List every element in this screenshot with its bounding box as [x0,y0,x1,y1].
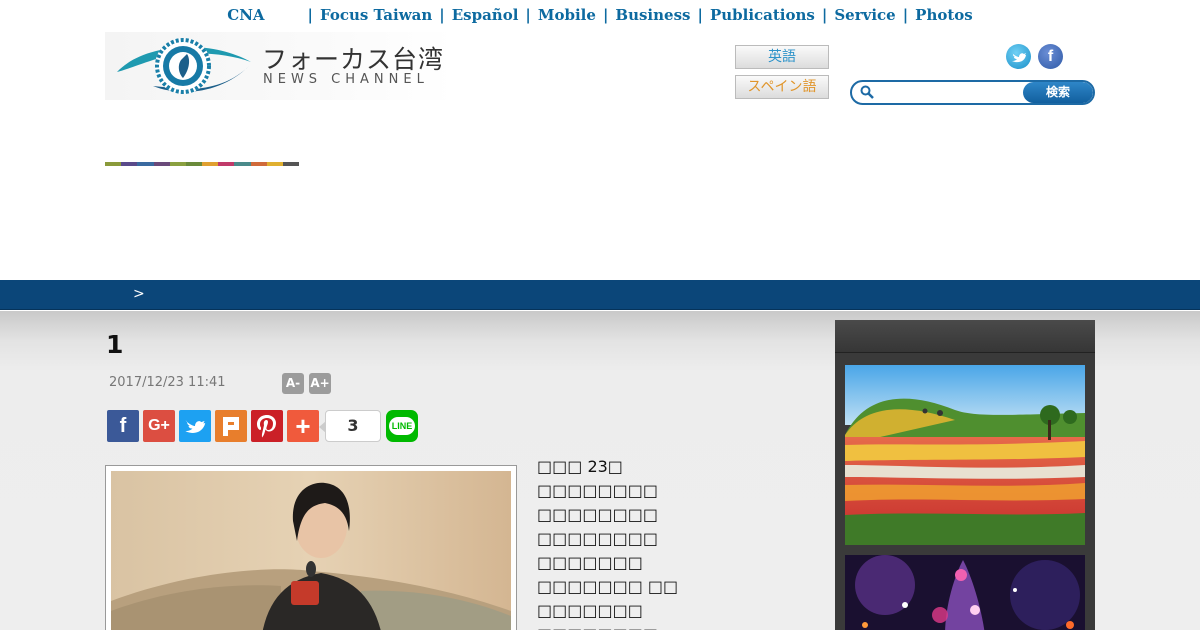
stripe-segment [105,162,122,166]
stripe-segment [121,162,138,166]
search-box: 検索 [850,80,1095,105]
logo-title-jp: フォーカス台湾 [262,45,445,74]
search-button[interactable]: 検索 [1023,82,1093,103]
breadcrumb-bar: > [0,280,1200,310]
nav-separator: | [697,6,703,24]
stripe-segment [250,162,267,166]
stripe-segment [218,162,235,166]
article-body: □□□ 23□ □□□□□□□□ □□□□□□□□ □□□□□□□□ □□□□□□□ □□… [537,455,679,630]
article-date: 2017/12/23 11:41 [109,375,226,390]
spanish-language-button[interactable]: スペイン語 [735,75,829,99]
article-body-line: □□□□□□□□ [537,623,658,630]
addthis-share-icon[interactable]: + [287,410,319,442]
article-photo-frame [105,465,517,630]
article-body-line: □□□□□□□□ [537,529,658,548]
stripe-segment [185,162,203,166]
nav-separator: | [525,6,531,24]
article-body-line: □□□□□□□ [537,553,643,572]
nav-link-focus-taiwan[interactable]: Focus Taiwan [320,6,432,24]
twitter-icon[interactable] [1006,44,1031,69]
nav-separator: | [307,6,314,24]
article-body-line: □□□□□□□ □□ [537,577,679,596]
sidebar-photo-flower-field[interactable] [845,365,1085,545]
font-decrease-button[interactable]: A- [282,373,304,394]
nav-link-cna[interactable]: CNA [227,6,264,24]
nav-link-business[interactable]: Business [615,6,690,24]
nav-separator: | [821,6,828,24]
article-body-line: □□□□□□□□ [537,505,658,524]
article-body-line: □□□ 23□ [537,457,623,476]
nav-link-mobile[interactable]: Mobile [538,6,596,24]
logo-subtitle: NEWS CHANNEL [263,72,429,87]
plurk-share-icon[interactable] [215,410,247,442]
article-body-line: □□□□□□□ [537,601,643,620]
nav-separator: | [902,6,909,24]
stripe-segment [169,162,186,166]
breadcrumb: > [133,286,145,302]
facebook-share-icon[interactable]: f [107,410,139,442]
site-logo[interactable]: フォーカス台湾 NEWS CHANNEL [105,32,455,100]
font-increase-button[interactable]: A+ [309,373,331,394]
nav-link-espanol[interactable]: Español [452,6,519,24]
search-input[interactable] [878,84,1023,101]
search-icon [860,85,874,99]
stripe-segment [153,162,170,166]
nav-link-publications[interactable]: Publications [710,6,815,24]
nav-link-service[interactable]: Service [834,6,895,24]
line-share-icon[interactable]: LINE [386,410,418,442]
pinterest-share-icon[interactable] [251,410,283,442]
stripe-segment [234,162,251,166]
article-photo [111,471,511,630]
google-plus-share-icon[interactable]: G+ [143,410,175,442]
eye-logo-icon [117,38,251,94]
english-language-button[interactable]: 英語 [735,45,829,69]
stripe-segment [137,162,154,166]
nav-separator: | [602,6,609,24]
top-navigation: CNA | Focus Taiwan | Español | Mobile | Business… [0,6,1200,26]
stripe-segment [202,162,219,166]
stripe-segment [282,162,300,166]
stripe-segment [266,162,283,166]
nav-separator: | [439,6,445,24]
color-stripe [105,162,300,166]
article-title: 1 [106,330,124,359]
sidebar-header [835,320,1095,353]
article-body-line: □□□□□□□□ [537,481,658,500]
facebook-icon[interactable]: f [1038,44,1063,69]
sidebar-photo-night-lights[interactable] [845,555,1085,630]
share-count: 3 [319,410,381,442]
nav-link-photos[interactable]: Photos [915,6,973,24]
sidebar [835,320,1095,630]
twitter-share-icon[interactable] [179,410,211,442]
